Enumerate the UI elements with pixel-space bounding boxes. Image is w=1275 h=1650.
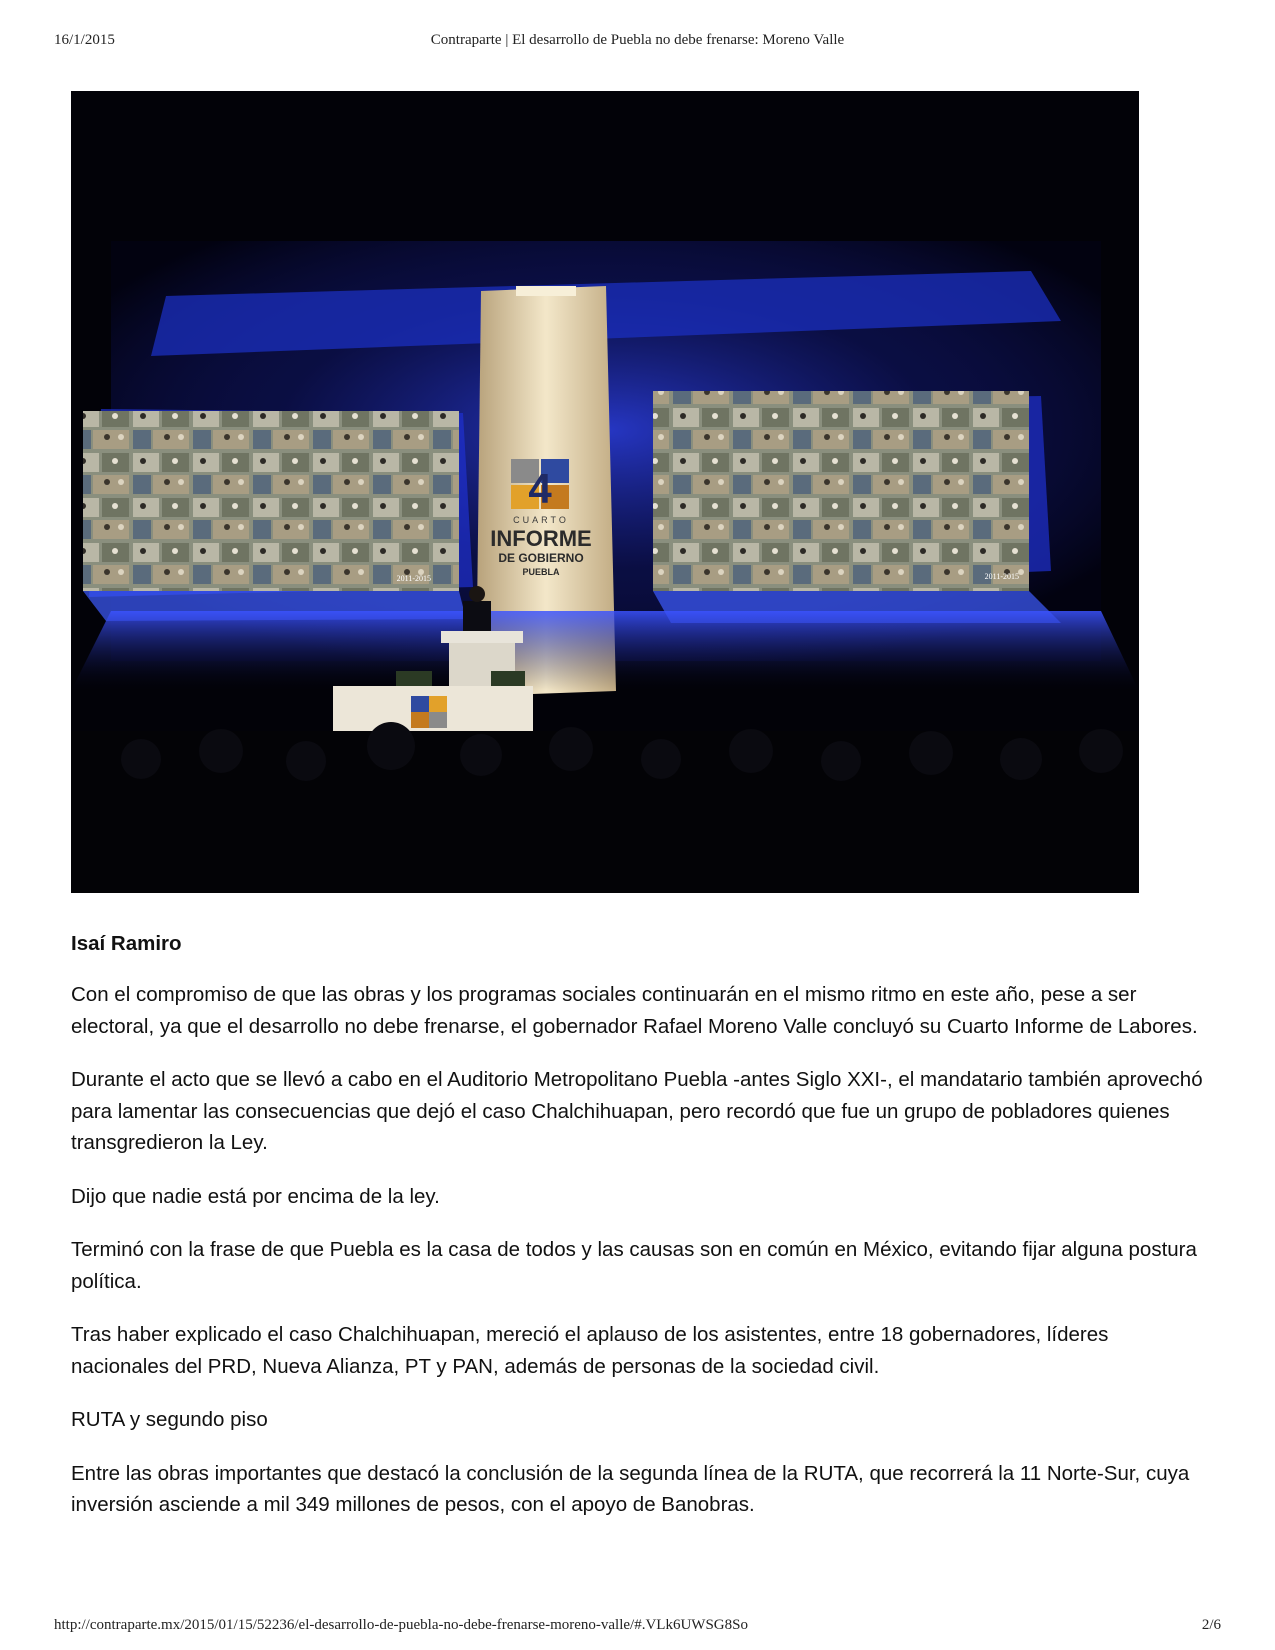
logo-line3: DE GOBIERNO [498, 551, 583, 565]
article-subheading: RUTA y segundo piso [71, 1408, 268, 1431]
article-paragraph: Entre las obras importantes que destacó … [71, 1461, 1190, 1517]
print-url: http://contraparte.mx/2015/01/15/52236/e… [54, 1617, 748, 1633]
left-screen-year: 2011-2015 [397, 574, 431, 583]
article-paragraph: Terminó con la frase de que Puebla es la… [71, 1238, 1197, 1293]
print-header: 16/1/2015 Contraparte | El desarrollo de… [54, 32, 1221, 54]
stage-photo: 4 CUARTO INFORME DE GOBIERNO PUEBLA 2011… [71, 91, 1139, 893]
print-title: Contraparte | El desarrollo de Puebla no… [430, 32, 845, 48]
logo-number: 4 [528, 465, 552, 512]
article-author: Isaí Ramiro [71, 932, 182, 955]
right-screen-year: 2011-2015 [985, 572, 1019, 581]
logo-line1: CUARTO [513, 515, 569, 525]
article-body: Isaí Ramiro Con el compromiso de que las… [71, 928, 1211, 1543]
logo-line4: PUEBLA [522, 567, 560, 577]
article-paragraph: Con el compromiso de que las obras y los… [71, 983, 1198, 1038]
article-paragraph: Durante el acto que se llevó a cabo en e… [71, 1068, 1203, 1154]
article-paragraph: Tras haber explicado el caso Chalchihuap… [71, 1323, 1109, 1378]
logo-line2: INFORME [490, 526, 591, 551]
print-footer: http://contraparte.mx/2015/01/15/52236/e… [54, 1617, 1221, 1639]
print-page-number: 2/6 [1201, 1617, 1221, 1633]
article-paragraph: Dijo que nadie está por encima de la ley… [71, 1184, 440, 1208]
